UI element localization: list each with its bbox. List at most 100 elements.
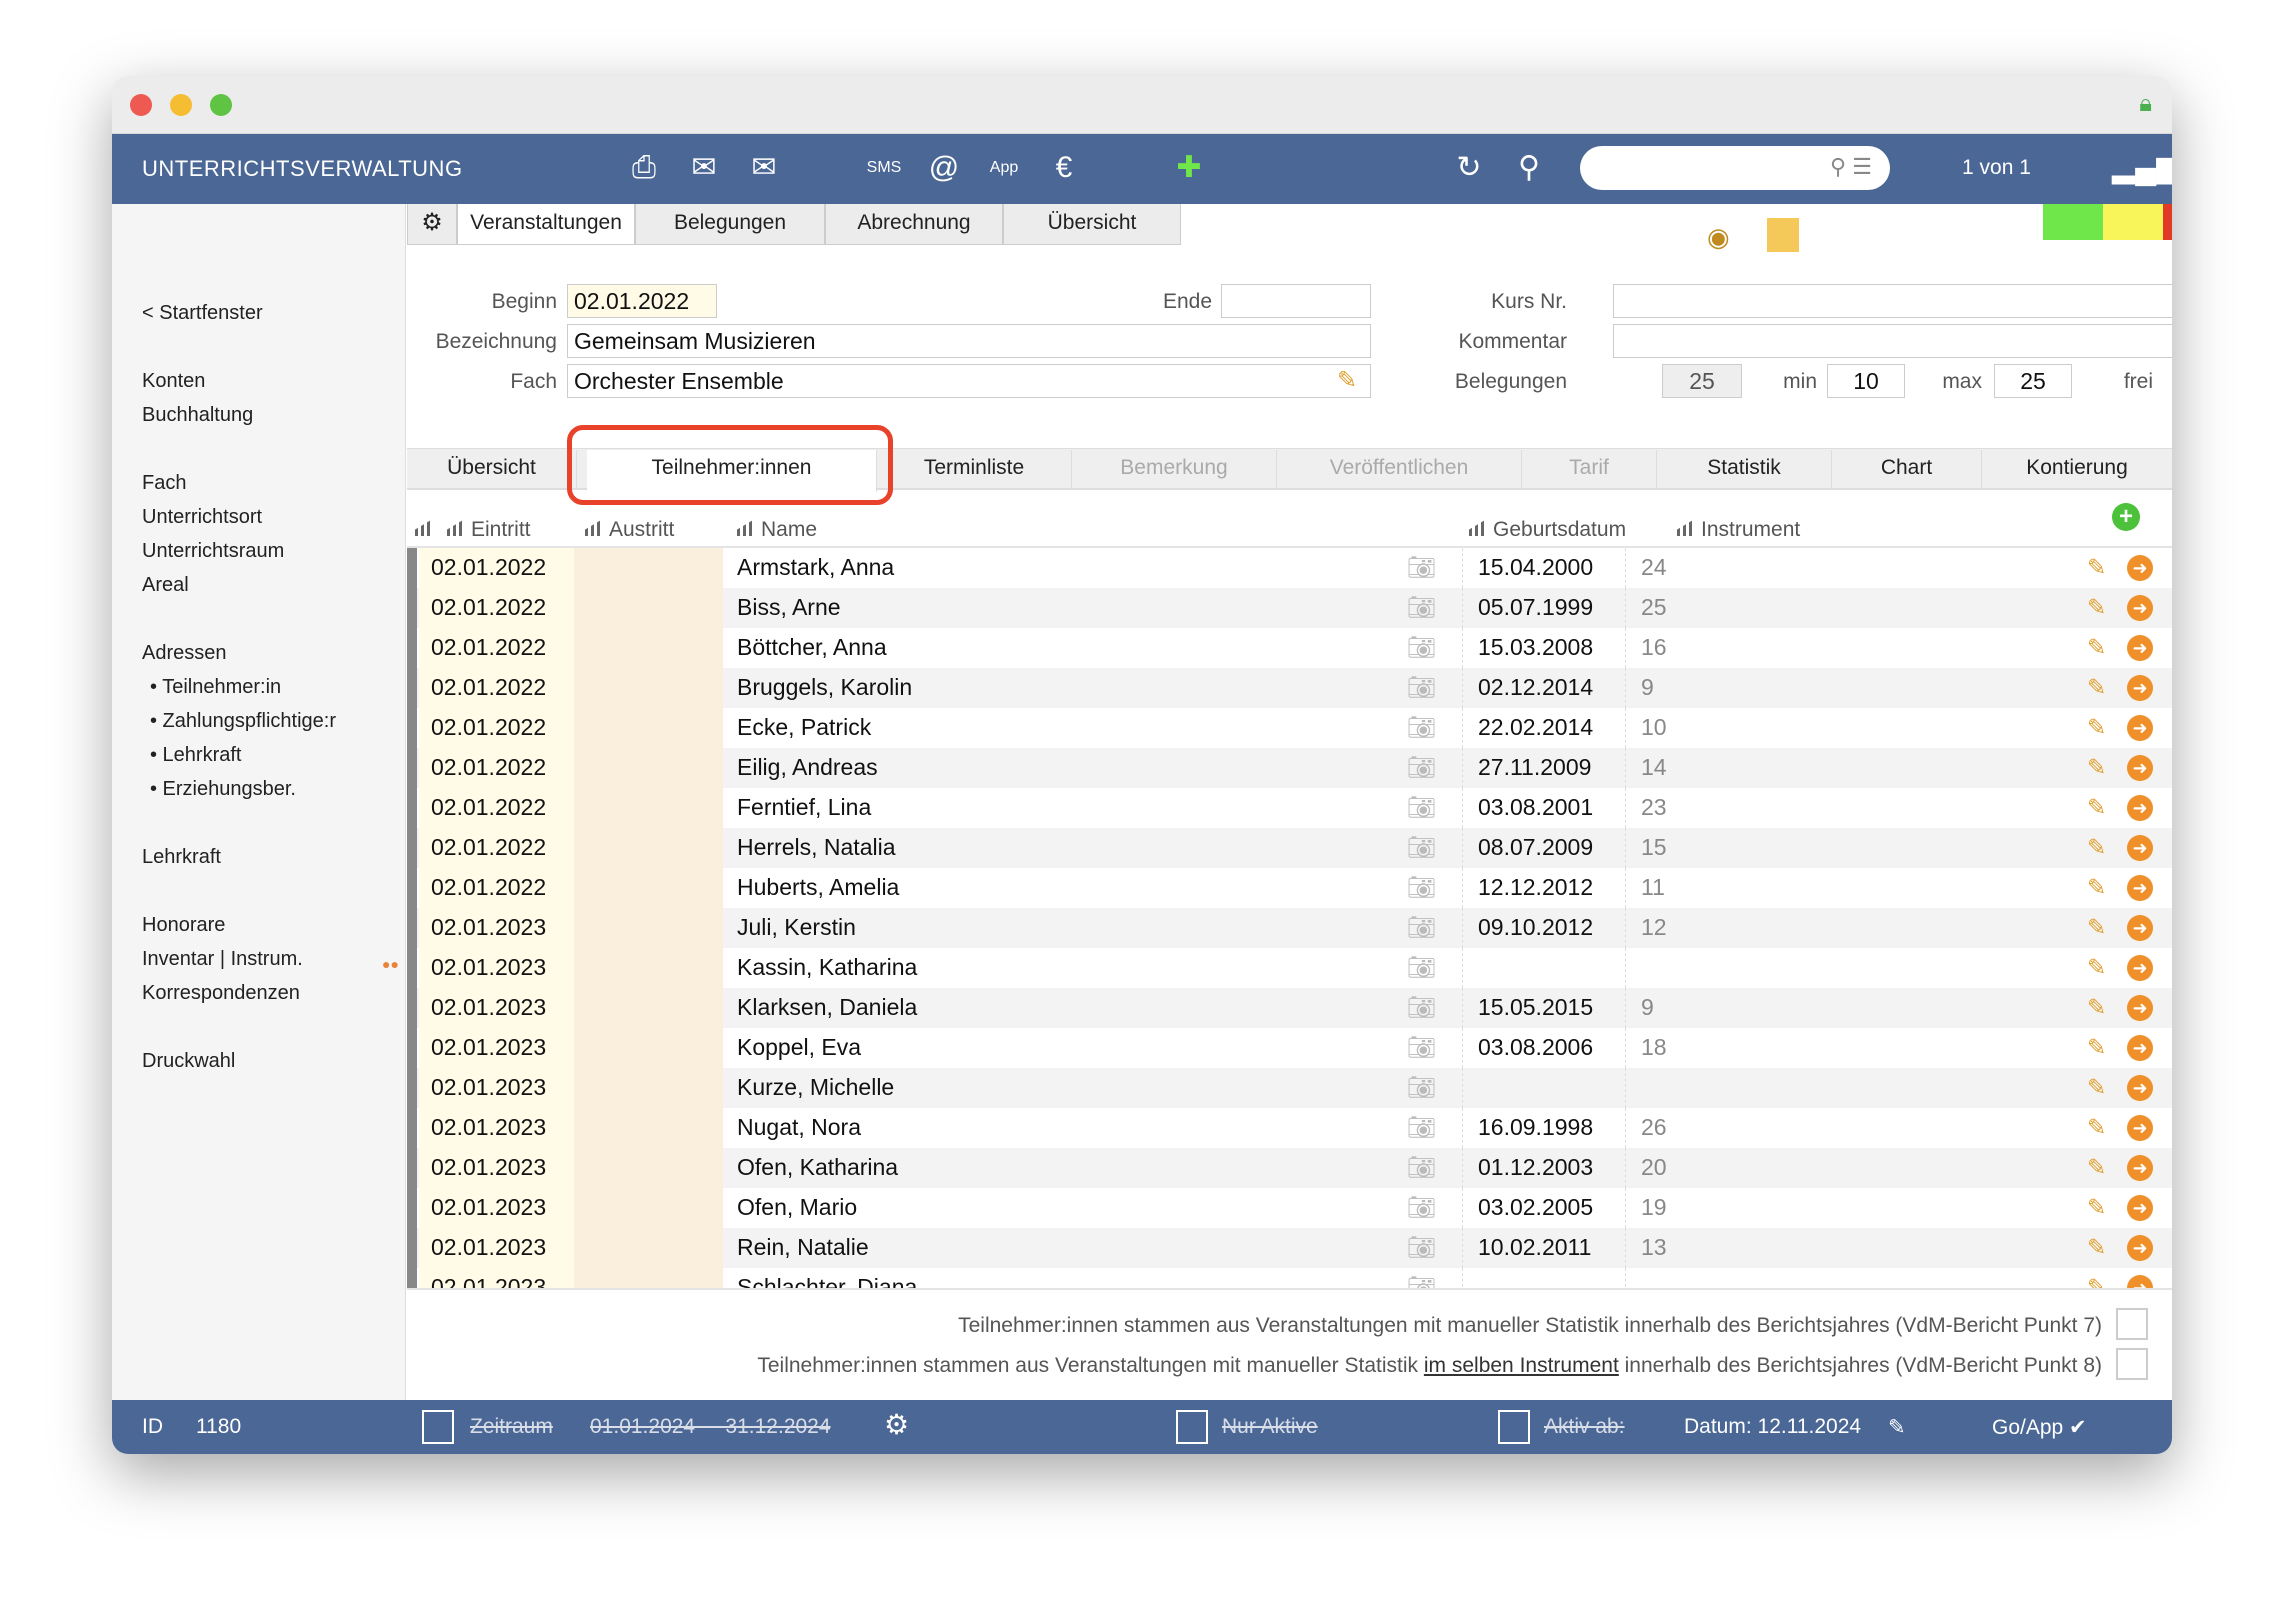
table-row[interactable]: 02.01.2023 Koppel, Eva 📷︎ 03.08.2006 18 … (407, 1028, 2172, 1068)
sidebar-item-fach[interactable]: Fach (142, 472, 186, 495)
sidebar-item-druckwahl[interactable]: Druckwahl (142, 1050, 235, 1073)
gear-icon[interactable]: ⚙ (407, 204, 457, 245)
arrow-right-icon[interactable]: ➜ (2127, 995, 2153, 1021)
name-cell[interactable]: Ofen, Katharina (737, 1154, 898, 1181)
col-austritt[interactable]: Austritt (585, 518, 674, 542)
arrow-right-icon[interactable]: ➜ (2127, 955, 2153, 981)
austritt-cell[interactable] (574, 708, 723, 748)
pencil-icon[interactable]: ✎ (2087, 994, 2106, 1021)
pencil-icon[interactable]: ✎ (1337, 366, 1357, 395)
table-row[interactable]: 02.01.2023 Rein, Natalie 📷︎ 10.02.2011 1… (407, 1228, 2172, 1268)
name-cell[interactable]: Nugat, Nora (737, 1114, 861, 1141)
name-cell[interactable]: Armstark, Anna (737, 554, 894, 581)
pencil-icon[interactable]: ✎ (1888, 1415, 1906, 1440)
eintritt-cell[interactable]: 02.01.2023 (419, 1188, 574, 1228)
pencil-icon[interactable]: ✎ (2087, 1194, 2106, 1221)
austritt-cell[interactable] (574, 1108, 723, 1148)
eintritt-cell[interactable]: 02.01.2022 (419, 788, 574, 828)
austritt-cell[interactable] (574, 908, 723, 948)
camera-icon[interactable]: 📷︎ (1407, 594, 1436, 621)
table-row[interactable]: 02.01.2022 Ecke, Patrick 📷︎ 22.02.2014 1… (407, 708, 2172, 748)
camera-icon[interactable]: 📷︎ (1407, 874, 1436, 901)
sidebar-item-konten[interactable]: Konten (142, 370, 205, 393)
nur-aktive-checkbox[interactable] (1176, 1410, 1208, 1444)
table-row[interactable]: 02.01.2023 Klarksen, Daniela 📷︎ 15.05.20… (407, 988, 2172, 1028)
camera-icon[interactable]: 📷︎ (1407, 1034, 1436, 1061)
sidebar-item-unterrichtsraum[interactable]: Unterrichtsraum (142, 540, 284, 563)
eintritt-cell[interactable]: 02.01.2023 (419, 1108, 574, 1148)
camera-icon[interactable]: 📷︎ (1407, 674, 1436, 701)
eintritt-cell[interactable]: 02.01.2023 (419, 1028, 574, 1068)
arrow-right-icon[interactable]: ➜ (2127, 835, 2153, 861)
arrow-right-icon[interactable]: ➜ (2127, 555, 2153, 581)
eintritt-cell[interactable]: 02.01.2023 (419, 1068, 574, 1108)
austritt-cell[interactable] (574, 548, 723, 588)
table-row[interactable]: 02.01.2022 Böttcher, Anna 📷︎ 15.03.2008 … (407, 628, 2172, 668)
aktiv-ab-checkbox[interactable] (1498, 1410, 1530, 1444)
arrow-right-icon[interactable]: ➜ (2127, 675, 2153, 701)
search-icon[interactable]: ⚲ (1507, 146, 1551, 190)
eintritt-cell[interactable]: 02.01.2023 (419, 948, 574, 988)
pencil-icon[interactable]: ✎ (2087, 594, 2106, 621)
add-participant-icon[interactable]: + (2112, 503, 2140, 531)
tab-bemerkung[interactable]: Bemerkung (1072, 450, 1277, 488)
arrow-right-icon[interactable]: ➜ (2127, 1195, 2153, 1221)
kommentar-field[interactable] (1613, 324, 2172, 358)
arrow-right-icon[interactable]: ➜ (2127, 635, 2153, 661)
name-cell[interactable]: Ofen, Mario (737, 1194, 857, 1221)
pencil-icon[interactable]: ✎ (2087, 754, 2106, 781)
arrow-right-icon[interactable]: ➜ (2127, 875, 2153, 901)
datum-value[interactable]: Datum: 12.11.2024 (1684, 1415, 1861, 1439)
austritt-cell[interactable] (574, 1268, 723, 1288)
tab-kontierung[interactable]: Kontierung (1982, 450, 2172, 488)
austritt-cell[interactable] (574, 748, 723, 788)
sms-icon[interactable]: SMS (862, 146, 906, 190)
austritt-cell[interactable] (574, 988, 723, 1028)
camera-icon[interactable]: 📷︎ (1407, 834, 1436, 861)
name-cell[interactable]: Rein, Natalie (737, 1234, 869, 1261)
tab-uebersicht[interactable]: Übersicht (1003, 204, 1181, 245)
eintritt-cell[interactable]: 02.01.2022 (419, 708, 574, 748)
tab-statistik[interactable]: Statistik (1657, 450, 1832, 488)
table-row[interactable]: 02.01.2023 Kurze, Michelle 📷︎ ✎ ➜ (407, 1068, 2172, 1108)
eintritt-cell[interactable]: 02.01.2023 (419, 908, 574, 948)
table-row[interactable]: 02.01.2023 Juli, Kerstin 📷︎ 09.10.2012 1… (407, 908, 2172, 948)
arrow-right-icon[interactable]: ➜ (2127, 1275, 2153, 1288)
instrument-link[interactable]: im selben Instrument (1424, 1354, 1619, 1377)
table-row[interactable]: 02.01.2022 Huberts, Amelia 📷︎ 12.12.2012… (407, 868, 2172, 908)
pencil-icon[interactable]: ✎ (2087, 1074, 2106, 1101)
austritt-cell[interactable] (574, 588, 723, 628)
table-row[interactable]: 02.01.2023 Kassin, Katharina 📷︎ ✎ ➜ (407, 948, 2172, 988)
app-icon[interactable]: App (982, 146, 1026, 190)
sidebar-item-lehrkraft[interactable]: Lehrkraft (142, 846, 221, 869)
status-yellow[interactable] (2103, 204, 2163, 240)
pencil-icon[interactable]: ✎ (2087, 714, 2106, 741)
sidebar-item-erziehungsber[interactable]: • Erziehungsber. (150, 778, 296, 801)
name-cell[interactable]: Kassin, Katharina (737, 954, 917, 981)
name-cell[interactable]: Koppel, Eva (737, 1034, 861, 1061)
zeitraum-checkbox[interactable] (422, 1410, 454, 1444)
arrow-right-icon[interactable]: ➜ (2127, 795, 2153, 821)
camera-icon[interactable]: 📷︎ (1407, 714, 1436, 741)
table-row[interactable]: 02.01.2022 Armstark, Anna 📷︎ 15.04.2000 … (407, 548, 2172, 588)
table-row[interactable]: 02.01.2022 Biss, Arne 📷︎ 05.07.1999 25 ✎… (407, 588, 2172, 628)
camera-icon[interactable]: 📷︎ (1407, 794, 1436, 821)
austritt-cell[interactable] (574, 948, 723, 988)
eintritt-cell[interactable]: 02.01.2022 (419, 588, 574, 628)
eintritt-cell[interactable]: 02.01.2023 (419, 1268, 574, 1288)
refresh-icon[interactable]: ↻ (1447, 146, 1491, 190)
camera-icon[interactable]: 📷︎ (1407, 1154, 1436, 1181)
vdm-8-checkbox[interactable] (2116, 1348, 2148, 1380)
eintritt-cell[interactable]: 02.01.2022 (419, 548, 574, 588)
tab-uebersicht-sub[interactable]: Übersicht (407, 450, 577, 488)
eintritt-cell[interactable]: 02.01.2023 (419, 988, 574, 1028)
table-row[interactable]: 02.01.2022 Eilig, Andreas 📷︎ 27.11.2009 … (407, 748, 2172, 788)
arrow-right-icon[interactable]: ➜ (2127, 1115, 2153, 1141)
arrow-right-icon[interactable]: ➜ (2127, 1075, 2153, 1101)
table-row[interactable]: 02.01.2022 Bruggels, Karolin 📷︎ 02.12.20… (407, 668, 2172, 708)
eintritt-cell[interactable]: 02.01.2022 (419, 628, 574, 668)
pencil-icon[interactable]: ✎ (2087, 954, 2106, 981)
gear-icon[interactable]: ⚙ (884, 1408, 909, 1441)
camera-icon[interactable]: 📷︎ (1407, 914, 1436, 941)
arrow-right-icon[interactable]: ➜ (2127, 1155, 2153, 1181)
